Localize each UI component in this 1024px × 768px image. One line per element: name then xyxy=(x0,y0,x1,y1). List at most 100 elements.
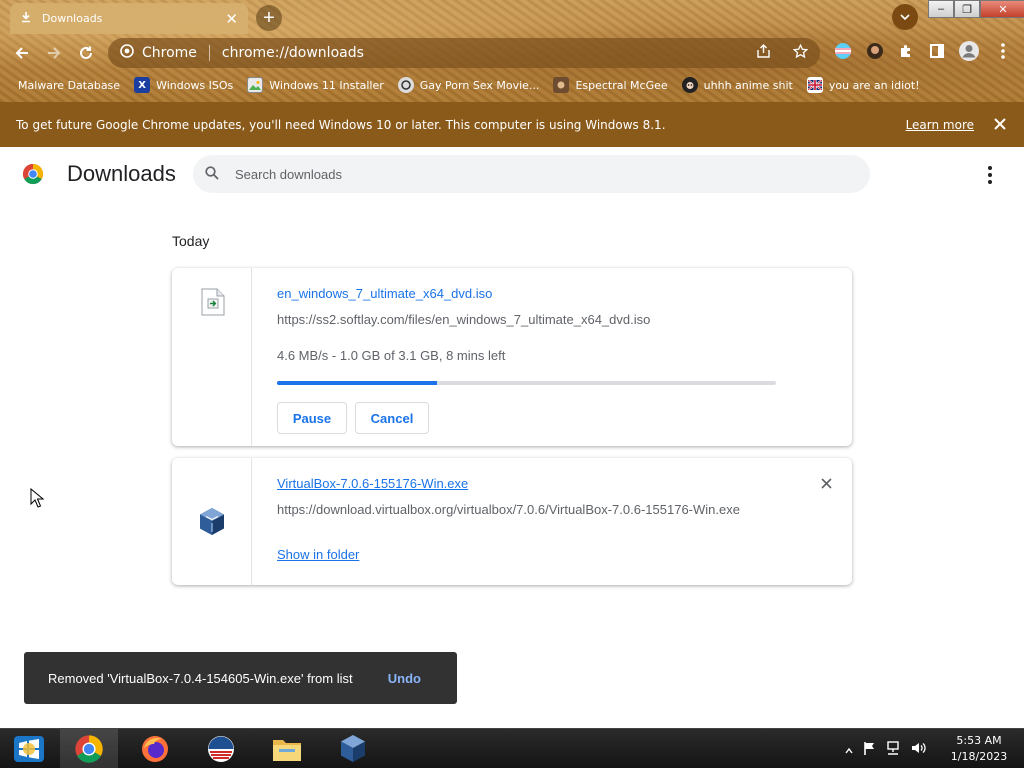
separator xyxy=(208,45,210,61)
profile-icon[interactable] xyxy=(958,40,980,62)
more-actions-icon[interactable] xyxy=(980,163,1000,187)
bookmark-item[interactable]: Windows 11 Installer xyxy=(247,77,384,93)
system-clock[interactable]: 5:53 AM 1/18/2023 xyxy=(942,733,1016,765)
bookmark-item[interactable]: uhhh anime shit xyxy=(681,77,793,93)
taskbar-firefox-icon[interactable] xyxy=(126,729,184,768)
chrome-site-icon xyxy=(120,44,134,62)
taskbar-virtualbox-icon[interactable] xyxy=(324,729,382,768)
tab-downloads[interactable]: Downloads ✕ xyxy=(10,3,248,34)
volume-icon[interactable] xyxy=(911,741,927,758)
bookmark-item[interactable]: Gay Porn Sex Movie... xyxy=(397,77,540,93)
download-details: en_windows_7_ultimate_x64_dvd.iso https:… xyxy=(277,268,852,446)
update-infobar: To get future Google Chrome updates, you… xyxy=(0,102,1024,147)
download-item: en_windows_7_ultimate_x64_dvd.iso https:… xyxy=(172,268,852,446)
extension-flag-icon[interactable] xyxy=(832,40,854,62)
close-window-button[interactable]: ✕ xyxy=(980,0,1024,18)
forward-button[interactable] xyxy=(41,40,67,66)
show-hidden-icons-icon[interactable] xyxy=(845,742,853,757)
chrome-logo-icon xyxy=(22,163,44,185)
minimize-button[interactable]: – xyxy=(928,0,954,18)
bookmark-label: Windows ISOs xyxy=(156,78,234,92)
site-icon xyxy=(553,77,570,93)
taskbar-campaign-logo-icon[interactable] xyxy=(192,729,250,768)
site-chip[interactable]: Chrome xyxy=(120,44,197,62)
bookmark-item[interactable]: you are an idiot! xyxy=(806,77,920,93)
bookmark-label: you are an idiot! xyxy=(828,78,920,92)
infobar-message: To get future Google Chrome updates, you… xyxy=(16,117,666,132)
toast-message: Removed 'VirtualBox-7.0.4-154605-Win.exe… xyxy=(48,670,353,686)
progress-fill xyxy=(277,381,437,385)
remove-from-list-icon[interactable] xyxy=(821,474,832,494)
source-url[interactable]: https://download.virtualbox.org/virtualb… xyxy=(277,502,740,517)
bookmark-label: uhhh anime shit xyxy=(703,78,793,92)
network-icon[interactable] xyxy=(885,741,901,758)
undo-button[interactable]: Undo xyxy=(388,671,421,686)
page-title: Downloads xyxy=(67,161,176,186)
tab-search-button[interactable] xyxy=(892,4,918,30)
search-box[interactable] xyxy=(193,155,870,193)
pause-button[interactable]: Pause xyxy=(277,402,347,434)
action-center-flag-icon[interactable] xyxy=(863,741,875,758)
bookmark-label: Malware Database xyxy=(18,78,121,92)
tab-close-button[interactable]: ✕ xyxy=(225,10,238,28)
page-header: Downloads xyxy=(0,147,1024,203)
site-label: Chrome xyxy=(142,45,197,61)
system-tray xyxy=(845,741,927,758)
download-item: VirtualBox-7.0.6-155176-Win.exe https://… xyxy=(172,458,852,585)
restore-button[interactable]: ❐ xyxy=(954,0,980,18)
taskbar: 5:53 AM 1/18/2023 xyxy=(0,728,1024,768)
bookmarks-bar: Malware Database X Windows ISOs Windows … xyxy=(0,72,1024,98)
bookmark-item[interactable]: X Windows ISOs xyxy=(134,77,233,93)
side-panel-icon[interactable] xyxy=(926,40,948,62)
flag-icon xyxy=(806,77,823,93)
learn-more-link[interactable]: Learn more xyxy=(906,118,974,132)
taskbar-file-explorer-icon[interactable] xyxy=(258,729,316,768)
infobar-close-icon[interactable] xyxy=(994,114,1006,135)
download-progress-bar xyxy=(277,381,776,385)
address-bar[interactable]: Chrome chrome://downloads xyxy=(108,38,820,68)
bookmark-item[interactable]: Espectral McGee xyxy=(553,77,668,93)
date-section-heading: Today xyxy=(172,233,210,249)
reload-button[interactable] xyxy=(73,40,99,66)
downloads-page: Downloads Today en_windows_7_ultimate_x6… xyxy=(0,147,1024,728)
source-url[interactable]: https://ss2.softlay.com/files/en_windows… xyxy=(277,312,650,327)
bookmark-label: Gay Porn Sex Movie... xyxy=(419,78,540,92)
bookmark-label: Espectral McGee xyxy=(575,78,668,92)
back-button[interactable] xyxy=(9,40,35,66)
window-controls: – ❐ ✕ xyxy=(928,0,1024,18)
download-icon xyxy=(20,11,32,26)
anime-icon xyxy=(681,77,698,93)
browser-menu-icon[interactable] xyxy=(992,40,1014,62)
removed-toast: Removed 'VirtualBox-7.0.4-154605-Win.exe… xyxy=(24,652,457,704)
clock-date: 1/18/2023 xyxy=(950,750,1008,763)
download-status: 4.6 MB/s - 1.0 GB of 3.1 GB, 8 mins left xyxy=(277,348,506,363)
clock-time: 5:53 AM xyxy=(956,734,1002,747)
file-name-link[interactable]: en_windows_7_ultimate_x64_dvd.iso xyxy=(277,286,492,301)
search-input[interactable] xyxy=(235,166,835,182)
virtualbox-file-icon xyxy=(198,507,226,542)
download-details: VirtualBox-7.0.6-155176-Win.exe https://… xyxy=(277,458,852,585)
image-icon xyxy=(247,77,264,93)
file-name-link[interactable]: VirtualBox-7.0.6-155176-Win.exe xyxy=(277,476,468,491)
bookmark-star-icon[interactable] xyxy=(792,43,809,63)
cancel-button[interactable]: Cancel xyxy=(355,402,429,434)
bookmark-item[interactable]: Malware Database xyxy=(18,79,120,92)
new-tab-button[interactable]: + xyxy=(256,5,282,31)
extension-avatar-icon[interactable] xyxy=(864,40,886,62)
taskbar-chrome-icon[interactable] xyxy=(60,729,118,768)
start-button[interactable] xyxy=(0,729,58,768)
mouse-cursor-icon xyxy=(30,487,45,508)
x-logo-icon: X xyxy=(134,77,151,93)
site-icon xyxy=(397,77,414,93)
file-icon-column xyxy=(172,458,252,585)
show-in-folder-link[interactable]: Show in folder xyxy=(277,547,359,562)
file-icon-column xyxy=(172,268,252,446)
search-icon xyxy=(205,165,219,183)
disc-image-file-icon xyxy=(201,288,225,321)
share-icon[interactable] xyxy=(756,43,771,63)
tab-title: Downloads xyxy=(42,12,103,25)
browser-frame: Downloads ✕ + – ❐ ✕ Chrome chrome://down… xyxy=(0,0,1024,102)
extensions-puzzle-icon[interactable] xyxy=(895,40,917,62)
url-text[interactable]: chrome://downloads xyxy=(222,45,734,61)
bookmark-label: Windows 11 Installer xyxy=(269,78,384,92)
